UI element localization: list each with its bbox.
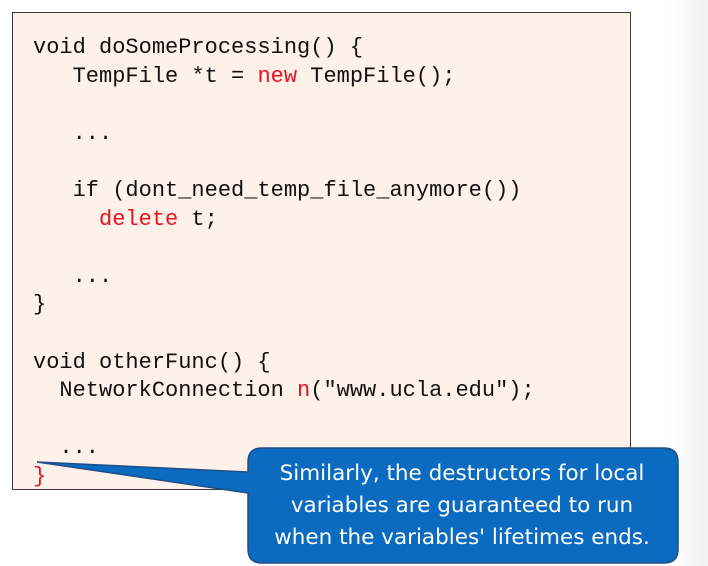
highlighted-closing-brace: } (33, 463, 47, 489)
code-line-1: void doSomeProcessing() { (33, 34, 535, 63)
code-text: ... (33, 120, 113, 146)
code-text: ("www.ucla.edu"); (310, 378, 535, 404)
code-text: NetworkConnection (33, 378, 298, 404)
callout-line-2: variables are guaranteed to run (290, 492, 634, 518)
code-line-12: void otherFunc() { (33, 349, 535, 378)
callout-line-1: Similarly, the destructors for local (279, 460, 645, 486)
code-text: } (33, 292, 47, 318)
code-text: ... (33, 435, 100, 461)
code-text: TempFile *t = (33, 63, 258, 89)
code-text: ... (33, 263, 113, 289)
code-text: void otherFunc() { (33, 349, 271, 375)
code-text: if (dont_need_temp_file_anymore()) (33, 177, 522, 203)
code-listing-box: void doSomeProcessing() { TempFile *t = … (12, 12, 631, 490)
code-listing: void doSomeProcessing() { TempFile *t = … (33, 34, 535, 492)
callout-text: Similarly, the destructors for local var… (246, 448, 678, 563)
code-line-10: } (33, 291, 535, 320)
code-text: void doSomeProcessing() { (33, 35, 364, 60)
highlighted-variable-n: n (297, 378, 311, 404)
code-text: t; (178, 206, 218, 232)
keyword-delete: delete (99, 206, 179, 232)
code-line-2: TempFile *t = new TempFile(); (33, 63, 535, 92)
code-text: TempFile(); (297, 63, 456, 89)
callout-line-3: when the variables' lifetimes ends. (274, 524, 650, 550)
code-line-13: NetworkConnection n("www.ucla.edu"); (33, 377, 535, 406)
code-line-9: ... (33, 263, 535, 292)
code-line-6: if (dont_need_temp_file_anymore()) (33, 177, 535, 206)
code-line-4: ... (33, 120, 535, 149)
callout-text-block: Similarly, the destructors for local var… (274, 458, 650, 554)
code-line-7: delete t; (33, 206, 535, 235)
keyword-new: new (257, 63, 298, 89)
